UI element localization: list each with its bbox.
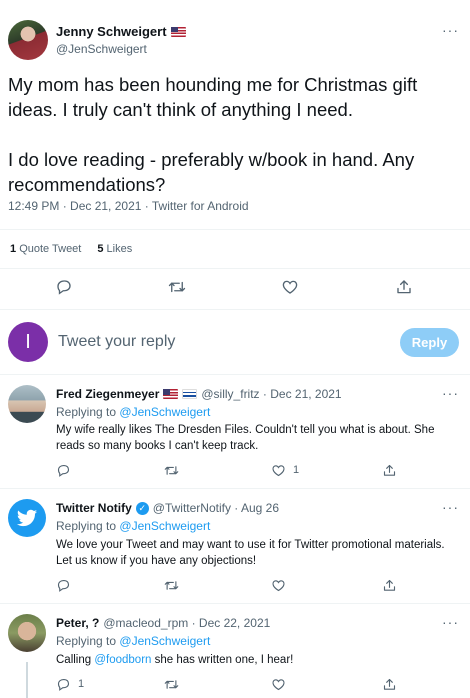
like-icon[interactable] bbox=[271, 463, 286, 478]
author-name[interactable]: Jenny Schweigert bbox=[56, 24, 167, 39]
share-icon[interactable] bbox=[382, 463, 397, 478]
twitter-bird-icon bbox=[16, 509, 38, 527]
tweet-actions bbox=[0, 278, 470, 300]
reply-handle-date[interactable]: @silly_fritz · Dec 21, 2021 bbox=[201, 387, 341, 401]
reply-avatar[interactable] bbox=[8, 614, 46, 652]
mention-link[interactable]: @JenSchweigert bbox=[119, 519, 210, 533]
retweet-icon[interactable] bbox=[164, 677, 179, 692]
likes-stat[interactable]: 5 Likes bbox=[97, 243, 132, 255]
replying-to: Replying to @JenSchweigert bbox=[56, 405, 211, 419]
reply-actions bbox=[56, 578, 466, 596]
reply-avatar[interactable] bbox=[8, 385, 46, 423]
author-name-row[interactable]: Jenny Schweigert bbox=[56, 24, 186, 39]
reply-actions: 1 bbox=[56, 677, 466, 695]
share-icon[interactable] bbox=[382, 578, 397, 593]
tweet-timestamp[interactable]: 12:49 PM · Dec 21, 2021 · Twitter for An… bbox=[8, 199, 249, 213]
verified-icon: ✓ bbox=[135, 501, 149, 515]
user-avatar[interactable]: I bbox=[8, 322, 48, 362]
divider bbox=[0, 603, 470, 604]
retweet-icon[interactable] bbox=[164, 578, 179, 593]
retweet-icon[interactable] bbox=[164, 463, 179, 478]
us-flag-icon bbox=[163, 389, 179, 399]
retweet-icon[interactable] bbox=[168, 278, 186, 296]
israel-flag-icon bbox=[182, 389, 198, 399]
reply-text: My wife really likes The Dresden Files. … bbox=[56, 424, 435, 452]
divider bbox=[0, 268, 470, 269]
reply-button[interactable]: Reply bbox=[400, 328, 459, 357]
mention-link[interactable]: @JenSchweigert bbox=[119, 405, 210, 419]
mention-link[interactable]: @JenSchweigert bbox=[119, 634, 210, 648]
reply-handle-date[interactable]: @macleod_rpm · Dec 22, 2021 bbox=[103, 616, 270, 630]
like-icon[interactable] bbox=[271, 677, 286, 692]
reply-author-name[interactable]: Peter, ? bbox=[56, 616, 99, 630]
author-avatar[interactable] bbox=[8, 20, 48, 60]
replying-to: Replying to @JenSchweigert bbox=[56, 519, 211, 533]
reply-text: Calling @foodborn she has written one, I… bbox=[56, 654, 294, 666]
quote-tweet-stat[interactable]: 1 Quote Tweet bbox=[10, 243, 81, 255]
tweet-text: My mom has been hounding me for Christma… bbox=[8, 74, 418, 195]
reply-handle-date[interactable]: @TwitterNotify · Aug 26 bbox=[153, 501, 279, 515]
replying-to: Replying to @JenSchweigert bbox=[56, 634, 211, 648]
thread-line bbox=[26, 662, 28, 698]
share-icon[interactable] bbox=[395, 278, 413, 296]
more-options-icon[interactable]: ··· bbox=[442, 614, 459, 630]
reply-header: Peter, ? @macleod_rpm · Dec 22, 2021 bbox=[56, 616, 270, 630]
reply-actions: 1 bbox=[56, 463, 466, 481]
share-icon[interactable] bbox=[382, 677, 397, 692]
reply-icon[interactable] bbox=[56, 677, 71, 692]
like-count: 1 bbox=[293, 464, 300, 476]
more-options-icon[interactable]: ··· bbox=[442, 385, 459, 401]
like-icon[interactable] bbox=[271, 578, 286, 593]
reply-header: Twitter Notify ✓ @TwitterNotify · Aug 26 bbox=[56, 501, 279, 515]
reply-icon[interactable] bbox=[56, 578, 71, 593]
reply-text: We love your Tweet and may want to use i… bbox=[56, 539, 445, 567]
more-options-icon[interactable]: ··· bbox=[442, 22, 459, 38]
tweet-stats: 1 Quote Tweet 5 Likes bbox=[10, 243, 132, 255]
reply-icon[interactable] bbox=[55, 278, 73, 296]
reply-avatar[interactable] bbox=[8, 499, 46, 537]
reply-input[interactable]: Tweet your reply bbox=[58, 333, 175, 351]
divider bbox=[0, 309, 470, 310]
mention-link[interactable]: @foodborn bbox=[94, 654, 151, 666]
author-handle[interactable]: @JenSchweigert bbox=[56, 42, 147, 56]
reply-icon[interactable] bbox=[56, 463, 71, 478]
reply-header: Fred Ziegenmeyer @silly_fritz · Dec 21, … bbox=[56, 387, 342, 401]
us-flag-icon bbox=[170, 26, 186, 37]
divider bbox=[0, 374, 470, 375]
reply-author-name[interactable]: Fred Ziegenmeyer bbox=[56, 387, 159, 401]
like-icon[interactable] bbox=[281, 278, 299, 296]
divider bbox=[0, 488, 470, 489]
divider bbox=[0, 229, 470, 230]
reply-author-name[interactable]: Twitter Notify bbox=[56, 501, 132, 515]
more-options-icon[interactable]: ··· bbox=[442, 499, 459, 515]
reply-count: 1 bbox=[78, 678, 85, 690]
